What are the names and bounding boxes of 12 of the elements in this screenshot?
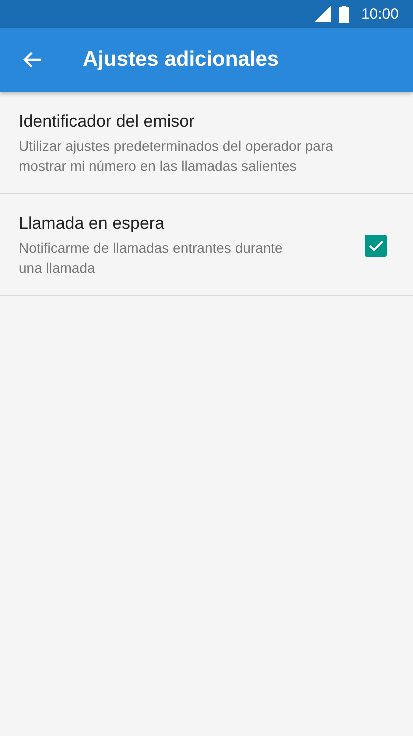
- clock: 10:00: [361, 6, 399, 22]
- setting-row[interactable]: Identificador del emisor Utilizar ajustes predeterminados del operador para mostrar mi número en las llamadas salientes: [0, 92, 413, 194]
- setting-summary: Utilizar ajustes predeterminados del operador para mostrar mi número en las llamadas salientes: [19, 137, 334, 176]
- screen-title: Ajustes adicionales: [83, 48, 280, 72]
- setting-summary: Notificarme de llamadas entrantes durante una llamada: [19, 239, 284, 278]
- signal-icon: [315, 6, 332, 22]
- setting-row[interactable]: Llamada en espera Notificarme de llamadas entrantes durante una llamada: [0, 194, 413, 296]
- checkbox[interactable]: [365, 235, 387, 257]
- setting-title: Identificador del emisor: [19, 112, 196, 132]
- battery-icon: [339, 6, 350, 22]
- setting-title: Llamada en espera: [19, 214, 166, 234]
- back-arrow-icon[interactable]: [22, 50, 42, 70]
